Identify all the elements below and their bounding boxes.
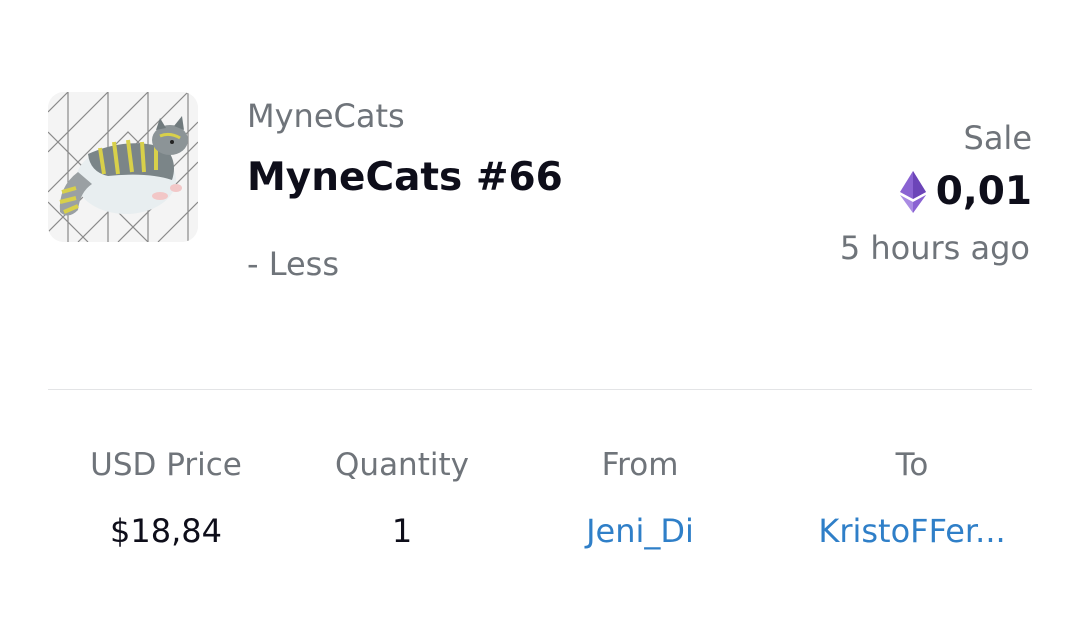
divider	[48, 389, 1032, 390]
usd-price-label: USD Price	[90, 447, 242, 483]
timestamp[interactable]: 5 hours ago	[840, 228, 1030, 268]
quantity-value: 1	[391, 512, 413, 550]
nft-title[interactable]: MyneCats #66	[247, 154, 563, 202]
price-value: 0,01	[935, 169, 1032, 214]
event-type-label: Sale	[963, 119, 1033, 157]
quantity-column: Quantity 1	[282, 444, 522, 552]
usd-price-value: $18,84	[110, 512, 222, 550]
usd-price-column: USD Price $18,84	[46, 444, 286, 552]
show-less-toggle[interactable]: - Less	[247, 244, 339, 284]
from-column: From Jeni_Di	[520, 444, 760, 552]
transaction-details: USD Price $18,84 Quantity 1 From Jeni_Di…	[48, 444, 1032, 554]
nft-thumbnail[interactable]	[48, 92, 198, 242]
from-label: From	[601, 447, 679, 483]
to-column: To KristoFFer...	[792, 444, 1032, 552]
from-user-link[interactable]: Jeni_Di	[520, 510, 760, 552]
transaction-card: MyneCats MyneCats #66 - Less Sale 0,01 5…	[0, 0, 1080, 621]
to-label: To	[895, 447, 929, 483]
ethereum-icon	[899, 171, 926, 213]
quantity-label: Quantity	[335, 447, 469, 483]
collection-name[interactable]: MyneCats	[247, 96, 405, 136]
to-user-link[interactable]: KristoFFer...	[792, 510, 1032, 552]
cat-image	[48, 92, 198, 242]
price-row: 0,01	[899, 168, 1032, 216]
